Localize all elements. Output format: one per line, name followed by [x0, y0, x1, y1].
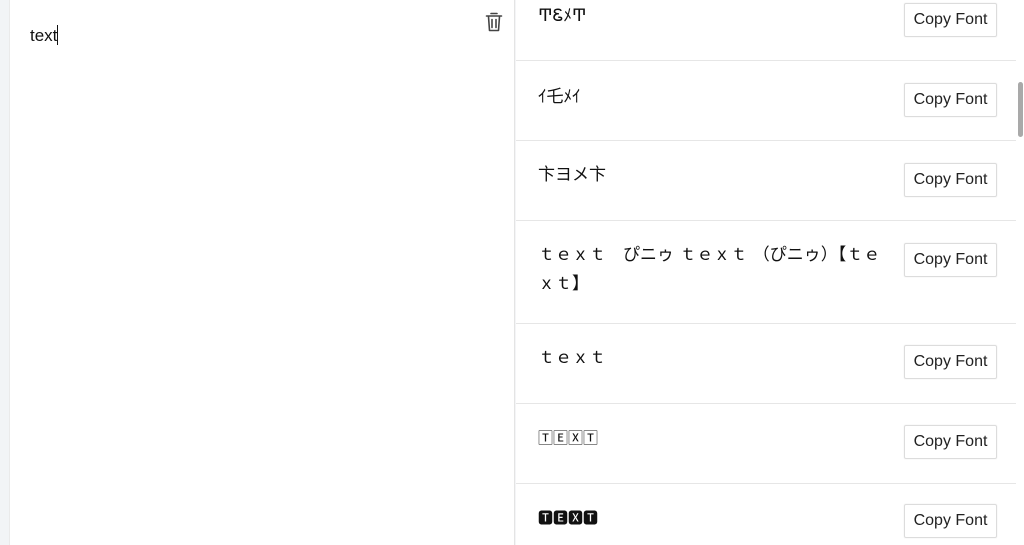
- result-row: 卞ヨメ卞 Copy Font: [516, 141, 1016, 221]
- copy-font-button[interactable]: Copy Font: [904, 504, 997, 538]
- copy-font-button[interactable]: Copy Font: [904, 345, 997, 379]
- font-preview: 卞ヨメ卞: [538, 165, 606, 185]
- copy-font-button[interactable]: Copy Font: [904, 163, 997, 197]
- copy-font-button[interactable]: Copy Font: [904, 243, 997, 277]
- left-edge: [0, 0, 10, 545]
- result-row: ͲᏋﾒͲ Copy Font: [516, 0, 1016, 61]
- font-preview: ｔｅｘｔ: [538, 348, 606, 368]
- copy-font-button[interactable]: Copy Font: [904, 83, 997, 117]
- text-input[interactable]: text: [30, 24, 59, 48]
- text-caret: [57, 25, 59, 45]
- result-row: ｔｅｘｔ ぴニゥ ｔｅｘｔ （ぴニゥ）【ｔｅｘｔ】 Copy Font: [516, 221, 1016, 324]
- copy-font-button[interactable]: Copy Font: [904, 3, 997, 37]
- font-preview: 🅃🄴🅇🅃: [538, 429, 599, 447]
- app-window: text ͲᏋﾒͲ Copy Font ｲ乇ﾒｲ Copy Font 卞ヨメ卞 …: [0, 0, 1024, 545]
- font-preview: ｔｅｘｔ ぴニゥ ｔｅｘｔ （ぴニゥ）【ｔｅｘｔ】: [538, 245, 881, 294]
- result-row: ｔｅｘｔ Copy Font: [516, 324, 1016, 404]
- copy-font-button[interactable]: Copy Font: [904, 425, 997, 459]
- result-row: 🅃🄴🅇🅃 Copy Font: [516, 404, 1016, 484]
- font-preview: 🆃🅴🆇🆃: [538, 509, 599, 527]
- font-preview: ͲᏋﾒͲ: [538, 6, 587, 26]
- font-preview: ｲ乇ﾒｲ: [538, 87, 581, 107]
- text-editor-pane[interactable]: text: [10, 0, 515, 545]
- trash-icon[interactable]: [485, 12, 503, 32]
- font-results-list[interactable]: ͲᏋﾒͲ Copy Font ｲ乇ﾒｲ Copy Font 卞ヨメ卞 Copy …: [516, 0, 1016, 545]
- result-row: ｲ乇ﾒｲ Copy Font: [516, 61, 1016, 141]
- text-input-value: text: [30, 26, 58, 45]
- result-row: 🆃🅴🆇🆃 Copy Font: [516, 484, 1016, 545]
- scrollbar-thumb[interactable]: [1018, 82, 1023, 137]
